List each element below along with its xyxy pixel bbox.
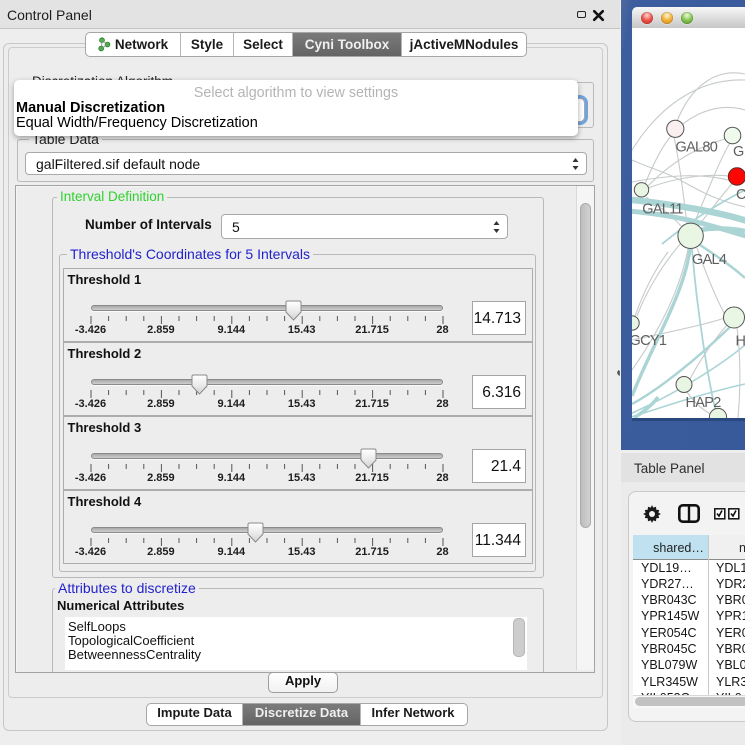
svg-text:GCY1: GCY1 — [632, 333, 667, 349]
svg-text:HAP2: HAP2 — [686, 395, 722, 411]
svg-text:C: C — [736, 187, 745, 203]
svg-text:GAL80: GAL80 — [676, 139, 718, 155]
svg-text:GAL11: GAL11 — [642, 201, 683, 217]
svg-text:H: H — [736, 334, 745, 350]
svg-text:GAL4: GAL4 — [692, 252, 727, 268]
svg-text:G.: G. — [733, 144, 745, 160]
